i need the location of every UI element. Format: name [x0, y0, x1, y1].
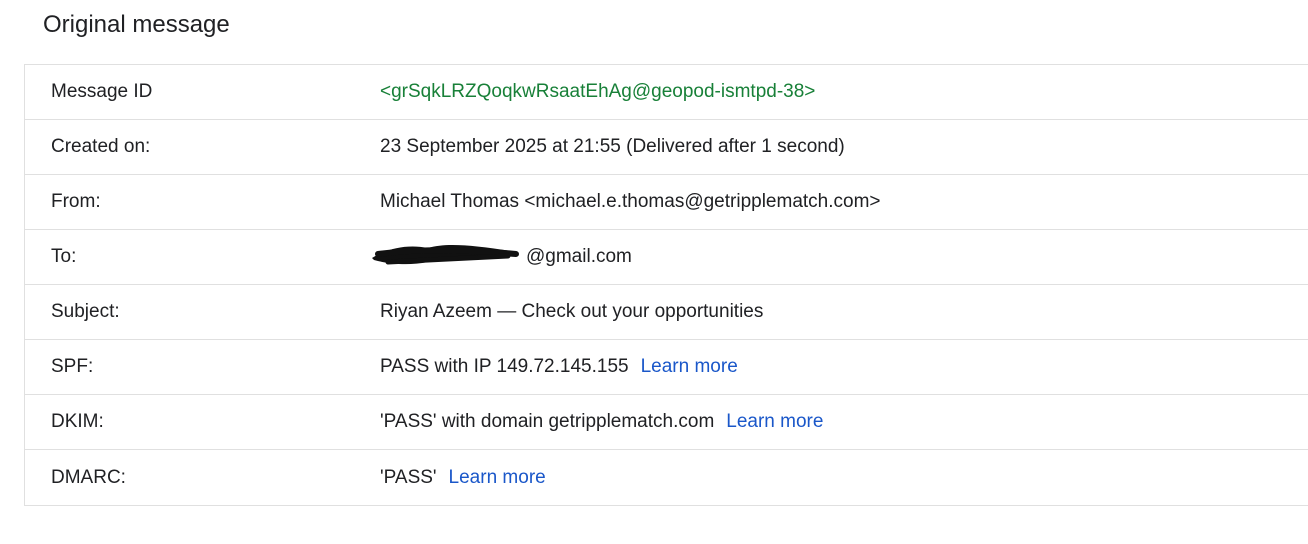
page-title: Original message: [43, 11, 230, 38]
to-value: @gmail.com: [526, 246, 632, 267]
row-dmarc: DMARC: 'PASS' Learn more: [25, 450, 1308, 505]
row-to: To: @gmail.com: [25, 230, 1308, 285]
message-id-label: Message ID: [51, 81, 153, 102]
to-label: To:: [51, 246, 77, 267]
from-value: Michael Thomas <michael.e.thomas@getripp…: [380, 191, 881, 212]
created-on-label: Created on:: [51, 136, 151, 157]
spf-learn-more-link[interactable]: Learn more: [641, 356, 738, 377]
dkim-label: DKIM:: [51, 411, 104, 432]
created-on-value: 23 September 2025 at 21:55 (Delivered af…: [380, 136, 845, 157]
row-spf: SPF: PASS with IP 149.72.145.155 Learn mo…: [25, 340, 1308, 395]
to-value-container: @gmail.com: [372, 245, 1308, 268]
subject-label: Subject:: [51, 301, 120, 322]
spf-value-container: PASS with IP 149.72.145.155 Learn more: [380, 356, 1308, 378]
message-id-value: <grSqkLRZQoqkwRsaatEhAg@geopod-ismtpd-38…: [380, 81, 816, 102]
dmarc-label: DMARC:: [51, 466, 126, 488]
subject-value: Riyan Azeem — Check out your opportuniti…: [380, 301, 764, 322]
spf-label: SPF:: [51, 356, 94, 377]
row-dkim: DKIM: 'PASS' with domain getripplematch.…: [25, 395, 1308, 450]
dkim-value: 'PASS' with domain getripplematch.com: [380, 411, 715, 432]
message-details-table: Message ID <grSqkLRZQoqkwRsaatEhAg@geopo…: [24, 64, 1308, 506]
row-subject: Subject: Riyan Azeem — Check out your op…: [25, 285, 1308, 340]
row-from: From: Michael Thomas <michael.e.thomas@g…: [25, 175, 1308, 230]
dmarc-value: 'PASS': [380, 466, 437, 488]
dkim-learn-more-link[interactable]: Learn more: [726, 411, 823, 432]
dmarc-value-container: 'PASS' Learn more: [380, 467, 1308, 489]
row-message-id: Message ID <grSqkLRZQoqkwRsaatEhAg@geopo…: [25, 65, 1308, 120]
from-label: From:: [51, 191, 101, 212]
spf-value: PASS with IP 149.72.145.155: [380, 356, 629, 377]
dkim-value-container: 'PASS' with domain getripplematch.com Lea…: [380, 411, 1308, 433]
dmarc-learn-more-link[interactable]: Learn more: [449, 467, 546, 488]
row-created-on: Created on: 23 September 2025 at 21:55 (…: [25, 120, 1308, 175]
